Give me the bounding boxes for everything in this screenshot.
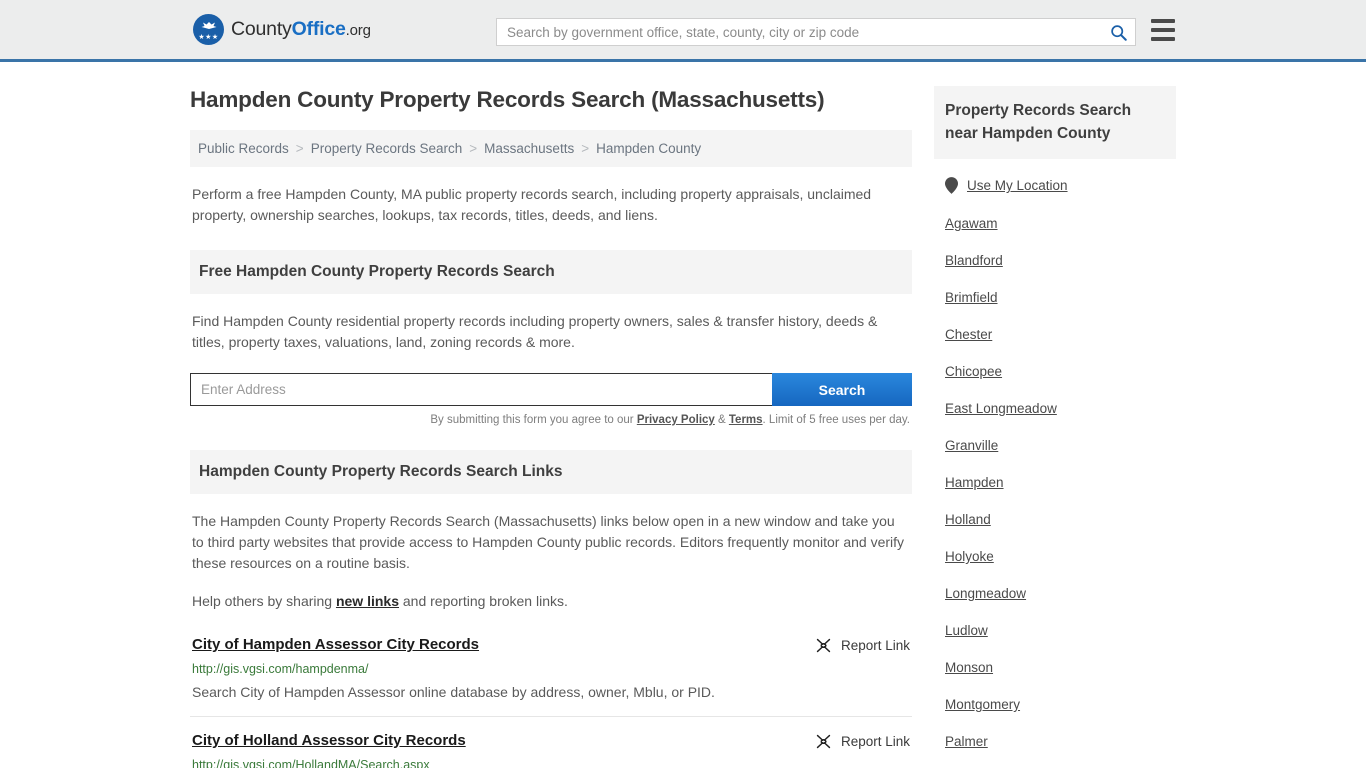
sidebar-item-longmeadow[interactable]: Longmeadow	[945, 575, 1165, 612]
sidebar-link-label[interactable]: Granville	[945, 438, 998, 453]
list-item: City of Holland Assessor City Records ht…	[190, 716, 912, 768]
header-search-bar[interactable]	[496, 18, 1136, 46]
sidebar-item-ludlow[interactable]: Ludlow	[945, 612, 1165, 649]
search-button[interactable]: Search	[772, 373, 912, 406]
sidebar-link-label[interactable]: Hampden	[945, 475, 1004, 490]
sidebar-link-label[interactable]: Chicopee	[945, 364, 1002, 379]
search-glyph	[1110, 24, 1127, 41]
form-disclaimer: By submitting this form you agree to our…	[190, 414, 912, 426]
breadcrumb-separator: >	[469, 141, 478, 156]
sidebar-item-chester[interactable]: Chester	[945, 316, 1165, 353]
logo-text-org: .org	[345, 22, 371, 39]
eagle-seal-icon: ★★★	[193, 14, 224, 45]
search-input[interactable]	[497, 19, 1101, 45]
sidebar-place-list: Use My Location Agawam Blandford Brimfie…	[934, 159, 1176, 760]
report-link-button[interactable]: Report Link	[815, 733, 910, 750]
record-link-url: http://gis.vgsi.com/HollandMA/Search.asp…	[192, 758, 430, 768]
new-links-link[interactable]: new links	[336, 593, 399, 609]
record-link-title[interactable]: City of Hampden Assessor City Records	[192, 636, 479, 653]
links-section-help: Help others by sharing new links and rep…	[192, 591, 910, 612]
breadcrumb: Public Records > Property Records Search…	[190, 130, 912, 167]
form-disclaimer-suffix: . Limit of 5 free uses per day.	[762, 414, 910, 426]
hamburger-menu-icon[interactable]	[1151, 19, 1175, 41]
use-my-location-label[interactable]: Use My Location	[967, 178, 1068, 193]
help-suffix: and reporting broken links.	[399, 593, 568, 609]
sidebar-link-label[interactable]: East Longmeadow	[945, 401, 1057, 416]
stars-glyph: ★★★	[198, 34, 219, 41]
breadcrumb-item-hampden-county[interactable]: Hampden County	[596, 141, 701, 156]
sidebar-heading: Property Records Search near Hampden Cou…	[934, 86, 1176, 159]
sidebar-item-east-longmeadow[interactable]: East Longmeadow	[945, 390, 1165, 427]
list-item: City of Hampden Assessor City Records ht…	[190, 618, 912, 716]
sidebar-link-label[interactable]: Holyoke	[945, 549, 994, 564]
record-link-title[interactable]: City of Holland Assessor City Records	[192, 732, 466, 749]
sidebar-item-holyoke[interactable]: Holyoke	[945, 538, 1165, 575]
free-search-body: Find Hampden County residential property…	[190, 311, 912, 353]
links-section-heading: Hampden County Property Records Search L…	[190, 450, 912, 494]
report-link-button[interactable]: Report Link	[815, 637, 910, 654]
hamburger-bar-1	[1151, 19, 1175, 23]
breadcrumb-item-property-records-search[interactable]: Property Records Search	[311, 141, 463, 156]
links-section-body: The Hampden County Property Records Sear…	[190, 511, 912, 612]
page-body: Hampden County Property Records Search (…	[0, 62, 1366, 768]
sidebar-link-label[interactable]: Palmer	[945, 734, 988, 749]
sidebar-item-palmer[interactable]: Palmer	[945, 723, 1165, 760]
eagle-glyph	[201, 22, 216, 29]
sidebar-link-label[interactable]: Holland	[945, 512, 991, 527]
sidebar-item-blandford[interactable]: Blandford	[945, 242, 1165, 279]
sidebar-link-label[interactable]: Montgomery	[945, 697, 1020, 712]
logo-text-office: Office	[291, 18, 346, 40]
form-disclaimer-prefix: By submitting this form you agree to our	[430, 414, 637, 426]
sidebar-link-label[interactable]: Brimfield	[945, 290, 998, 305]
records-link-list: City of Hampden Assessor City Records ht…	[190, 618, 912, 768]
sidebar-item-agawam[interactable]: Agawam	[945, 205, 1165, 242]
sidebar-link-label[interactable]: Ludlow	[945, 623, 988, 638]
hamburger-bar-2	[1151, 28, 1175, 32]
sidebar-item-chicopee[interactable]: Chicopee	[945, 353, 1165, 390]
links-section-paragraph: The Hampden County Property Records Sear…	[192, 513, 905, 571]
broken-link-icon	[816, 734, 831, 749]
form-disclaimer-amp: &	[714, 414, 729, 426]
site-logo[interactable]: ★★★ CountyOffice.org	[193, 14, 371, 45]
breadcrumb-separator: >	[295, 141, 304, 156]
map-pin-icon	[945, 177, 958, 194]
sidebar-item-holland[interactable]: Holland	[945, 501, 1165, 538]
logo-wordmark: CountyOffice.org	[231, 18, 371, 41]
help-prefix: Help others by sharing	[192, 593, 336, 609]
sidebar-link-label[interactable]: Blandford	[945, 253, 1003, 268]
free-search-description: Find Hampden County residential property…	[192, 313, 878, 350]
report-link-label: Report Link	[840, 734, 910, 749]
sidebar-link-label[interactable]: Monson	[945, 660, 993, 675]
page-title: Hampden County Property Records Search (…	[190, 87, 825, 112]
breadcrumb-item-massachusetts[interactable]: Massachusetts	[484, 141, 574, 156]
site-header: ★★★ CountyOffice.org	[0, 0, 1366, 62]
address-search-form: Search	[190, 373, 912, 406]
sidebar-item-brimfield[interactable]: Brimfield	[945, 279, 1165, 316]
sidebar-link-label[interactable]: Longmeadow	[945, 586, 1026, 601]
main-column: Hampden County Property Records Search (…	[190, 86, 912, 768]
sidebar-item-use-my-location[interactable]: Use My Location	[945, 159, 1165, 205]
sidebar-item-montgomery[interactable]: Montgomery	[945, 686, 1165, 723]
logo-text-county: County	[231, 18, 292, 40]
intro-paragraph: Perform a free Hampden County, MA public…	[192, 186, 872, 223]
address-input[interactable]	[190, 373, 772, 406]
terms-link[interactable]: Terms	[729, 414, 763, 426]
sidebar-item-monson[interactable]: Monson	[945, 649, 1165, 686]
sidebar-link-label[interactable]: Agawam	[945, 216, 998, 231]
sidebar-item-hampden[interactable]: Hampden	[945, 464, 1165, 501]
record-link-description: Search City of Hampden Assessor online d…	[192, 684, 715, 700]
broken-link-icon	[816, 638, 831, 653]
breadcrumb-separator: >	[581, 141, 590, 156]
sidebar-item-granville[interactable]: Granville	[945, 427, 1165, 464]
free-search-heading: Free Hampden County Property Records Sea…	[190, 250, 912, 294]
breadcrumb-item-public-records[interactable]: Public Records	[198, 141, 289, 156]
sidebar: Property Records Search near Hampden Cou…	[934, 86, 1176, 768]
privacy-policy-link[interactable]: Privacy Policy	[637, 414, 715, 426]
sidebar-link-label[interactable]: Chester	[945, 327, 992, 342]
search-icon[interactable]	[1101, 19, 1135, 45]
record-link-url: http://gis.vgsi.com/hampdenma/	[192, 662, 369, 676]
report-link-label: Report Link	[840, 638, 910, 653]
hamburger-bar-3	[1151, 37, 1175, 41]
